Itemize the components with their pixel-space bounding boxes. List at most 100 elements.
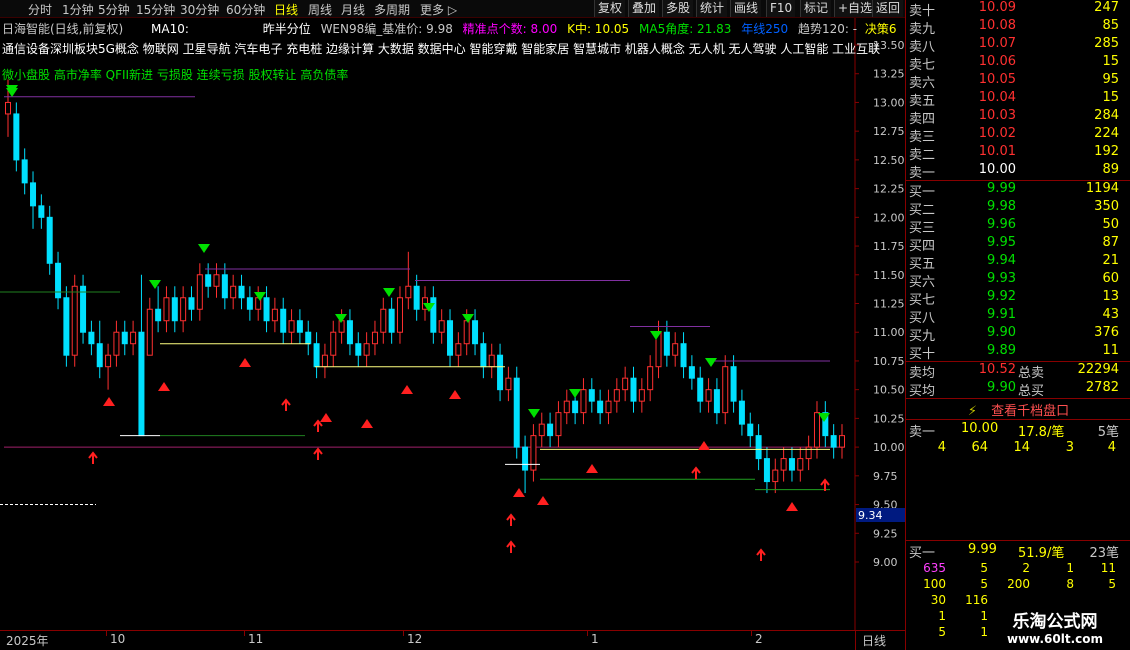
- candle: [105, 343, 112, 390]
- candle-body: [813, 412, 820, 448]
- bid-row[interactable]: 买三 9.96 50: [906, 217, 1130, 236]
- ask-row[interactable]: 卖四 10.03 284: [906, 108, 1130, 127]
- sell-signal-marker: [383, 288, 395, 297]
- candle: [488, 343, 495, 379]
- candle-body: [13, 113, 20, 161]
- ask-label: 卖一: [909, 166, 936, 181]
- ask-row[interactable]: 卖七 10.06 15: [906, 54, 1130, 73]
- ask-row[interactable]: 卖五 10.04 15: [906, 90, 1130, 109]
- candle: [530, 424, 537, 482]
- toolbar-button-7[interactable]: +自选: [834, 0, 876, 17]
- candlestick-chart[interactable]: 13.5013.2513.0012.7512.5012.2512.0011.75…: [0, 18, 905, 630]
- bid-row[interactable]: 买一 9.99 1194: [906, 181, 1130, 200]
- bid-row[interactable]: 买二 9.98 350: [906, 199, 1130, 218]
- ask-row[interactable]: 卖二 10.01 192: [906, 144, 1130, 163]
- candle: [346, 309, 353, 356]
- period-tab-8[interactable]: 月线: [341, 1, 365, 18]
- candle-body: [346, 320, 353, 345]
- period-tab-4[interactable]: 30分钟: [180, 1, 219, 18]
- kline-chart-area[interactable]: 13.50 13.25 13.00 12.75 12.50 12.25 12.00 11.75…: [0, 18, 905, 650]
- bid-row[interactable]: 买六 9.93 60: [906, 271, 1130, 290]
- candle-body: [755, 435, 762, 460]
- period-tab-6[interactable]: 日线: [274, 1, 298, 18]
- candle-body: [605, 400, 612, 414]
- queue-label: 卖一: [909, 425, 936, 440]
- sell-signal-marker: [149, 280, 161, 289]
- indicator-name: 昨半分位: [262, 22, 311, 36]
- toolbar-button-8[interactable]: 返回: [872, 0, 904, 17]
- candle-body: [588, 389, 595, 402]
- queue-order: 1: [938, 609, 946, 623]
- summary-label: 卖均: [909, 366, 936, 381]
- price-tick-label: 9.75: [873, 470, 898, 483]
- bid-row[interactable]: 买四 9.95 87: [906, 235, 1130, 254]
- ask-row[interactable]: 卖六 10.05 95: [906, 72, 1130, 91]
- period-tab-9[interactable]: 多周期: [374, 1, 410, 18]
- ask-price: 10.01: [978, 144, 1016, 159]
- ask-volume: 284: [1094, 108, 1119, 123]
- bid-row[interactable]: 买七 9.92 13: [906, 289, 1130, 308]
- queue-order: 4: [1107, 440, 1116, 455]
- up-arrow-marker: [313, 419, 323, 432]
- period-label: 日线: [862, 634, 887, 648]
- bid-volume: 1194: [1085, 181, 1119, 196]
- lightning-icon: ⚡: [967, 404, 978, 419]
- toolbar-button-1[interactable]: 叠加: [628, 0, 660, 17]
- candle: [647, 355, 654, 402]
- thousand-level-link[interactable]: ⚡ 查看千档盘口: [906, 400, 1130, 419]
- bid-row[interactable]: 买五 9.94 21: [906, 253, 1130, 272]
- candle-body: [688, 366, 695, 379]
- up-arrow-marker: [313, 447, 323, 460]
- candle: [388, 297, 395, 344]
- candle-body: [238, 285, 245, 299]
- candle: [188, 286, 195, 321]
- toolbar-button-6[interactable]: 标记: [800, 0, 832, 17]
- price-tick-label: 9.00: [873, 556, 898, 569]
- toolbar-button-3[interactable]: 统计: [696, 0, 728, 17]
- candle-body: [797, 458, 804, 471]
- ask-row[interactable]: 卖八 10.07 285: [906, 36, 1130, 55]
- candle: [171, 286, 178, 333]
- period-tab-5[interactable]: 60分钟: [226, 1, 265, 18]
- period-tab-7[interactable]: 周线: [308, 1, 332, 18]
- toolbar-button-0[interactable]: 复权: [594, 0, 626, 17]
- summary-price: 9.90: [987, 380, 1016, 395]
- date-tick: [587, 631, 588, 636]
- stock-title: 日海智能(日线,前复权): [2, 22, 124, 36]
- bid-volume: 21: [1102, 253, 1119, 268]
- period-tab-10[interactable]: 更多 ▷: [420, 1, 457, 18]
- ask-row[interactable]: 卖九 10.08 85: [906, 18, 1130, 37]
- toolbar-button-4[interactable]: 画线: [730, 0, 762, 17]
- period-tab-0[interactable]: 分时: [28, 1, 52, 18]
- bid-row[interactable]: 买八 9.91 43: [906, 307, 1130, 326]
- candle: [772, 458, 779, 494]
- ask-row[interactable]: 卖一 10.00 89: [906, 162, 1130, 181]
- candle: [280, 297, 287, 344]
- period-tab-2[interactable]: 5分钟: [98, 1, 130, 18]
- bid-row[interactable]: 买九 9.90 376: [906, 325, 1130, 344]
- period-tab-1[interactable]: 1分钟: [62, 1, 94, 18]
- candle: [46, 205, 53, 275]
- candle: [71, 274, 78, 367]
- ask-row[interactable]: 卖三 10.02 224: [906, 126, 1130, 145]
- ask-price: 10.00: [978, 162, 1016, 177]
- candle-body: [597, 400, 604, 414]
- candle-body: [830, 435, 837, 448]
- candle-body: [396, 297, 403, 333]
- bid-row[interactable]: 买十 9.89 11: [906, 343, 1130, 362]
- ask-volume: 15: [1102, 90, 1119, 105]
- up-arrow-marker: [88, 451, 98, 464]
- ask-row[interactable]: 卖十 10.09 247: [906, 0, 1130, 19]
- candle: [305, 320, 312, 356]
- candle-body: [296, 320, 303, 333]
- toolbar-button-2[interactable]: 多股: [662, 0, 694, 17]
- period-tab-3[interactable]: 15分钟: [136, 1, 175, 18]
- candle-body: [305, 331, 312, 345]
- candle-body: [722, 366, 729, 414]
- candle-body: [705, 389, 712, 402]
- buy-signal-marker: [239, 358, 251, 367]
- candle-body: [288, 320, 295, 333]
- sell-queue-header: 卖一 10.00 17.8/笔 5笔: [906, 421, 1130, 440]
- price-tick-label: 9.25: [873, 527, 898, 540]
- toolbar-button-5[interactable]: F10: [766, 0, 796, 17]
